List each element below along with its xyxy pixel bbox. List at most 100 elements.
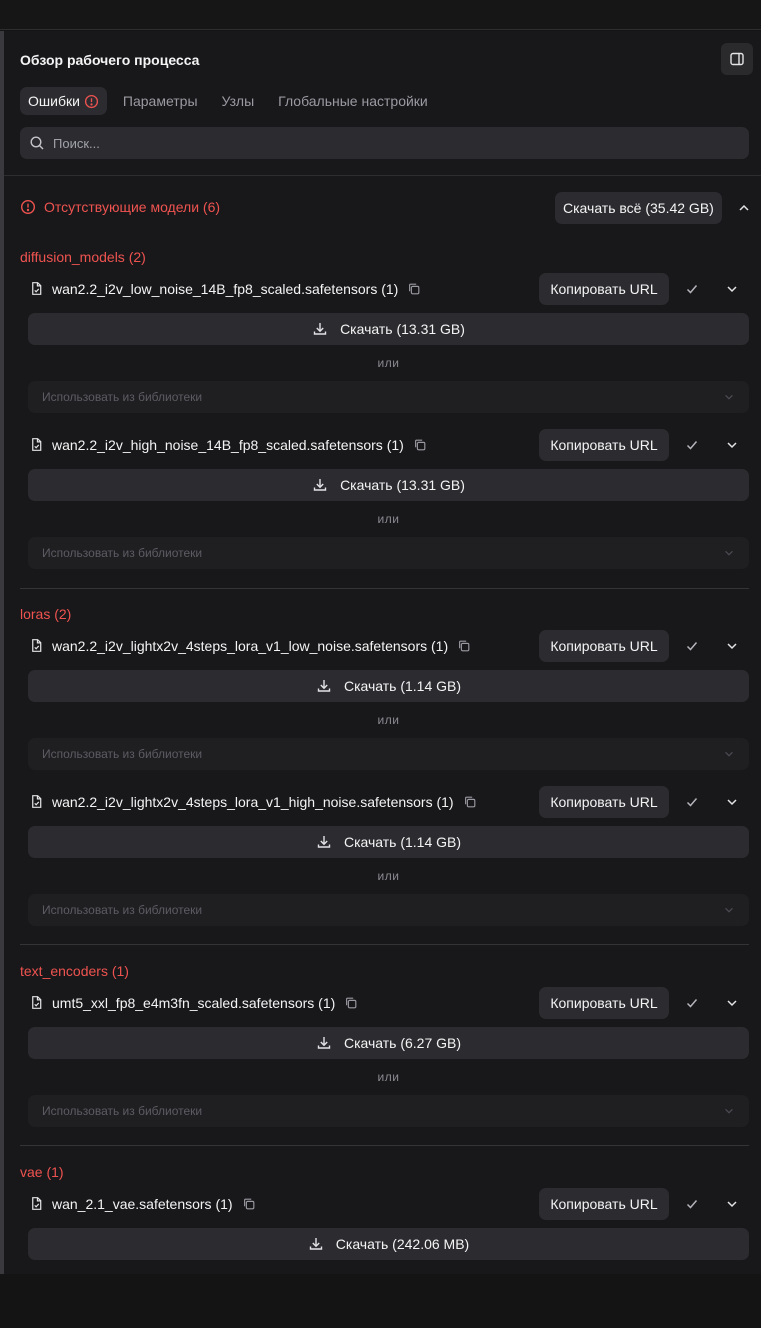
top-bar <box>0 0 761 30</box>
download-label: Скачать (6.27 GB) <box>343 1035 462 1051</box>
or-separator: или <box>377 869 400 883</box>
model-row: wan2.2_i2v_low_noise_14B_fp8_scaled.safe… <box>20 273 749 305</box>
chevron-down-icon <box>723 904 735 919</box>
copy-url-button[interactable]: Копировать URL <box>539 273 669 305</box>
copy-icon[interactable] <box>457 639 471 653</box>
download-icon <box>316 834 332 850</box>
missing-models-header: Отсутствующие модели (6) Скачать всё (35… <box>4 176 761 240</box>
model-filename: wan_2.1_vae.safetensors (1) <box>52 1196 233 1212</box>
model-item: wan2.2_i2v_lightx2v_4steps_lora_v1_high_… <box>20 786 749 926</box>
chevron-down-icon[interactable] <box>725 282 739 301</box>
group-title: text_encoders (1) <box>20 963 129 979</box>
chevron-down-icon[interactable] <box>725 438 739 457</box>
or-separator: или <box>377 1070 400 1084</box>
download-button[interactable]: Скачать (1.14 GB) <box>28 670 749 702</box>
chevron-down-icon <box>723 547 735 562</box>
copy-url-button[interactable]: Копировать URL <box>539 1188 669 1220</box>
tab-nodes[interactable]: Узлы <box>214 87 263 115</box>
missing-models-label: Отсутствующие модели (6) <box>44 199 221 215</box>
chevron-down-icon[interactable] <box>725 795 739 814</box>
model-group: diffusion_models (2) wan2.2_i2v_low_noise… <box>20 249 749 589</box>
library-select[interactable]: Использовать из библиотеки <box>28 1095 749 1127</box>
download-button[interactable]: Скачать (1.14 GB) <box>28 826 749 858</box>
copy-url-button[interactable]: Копировать URL <box>539 786 669 818</box>
model-row: wan2.2_i2v_lightx2v_4steps_lora_v1_low_n… <box>20 630 749 662</box>
download-label: Скачать (1.14 GB) <box>343 834 462 850</box>
library-select-placeholder: Использовать из библиотеки <box>42 747 203 761</box>
model-group: vae (1) wan_2.1_vae.safetensors (1) Копиро… <box>20 1164 749 1274</box>
download-all-button[interactable]: Скачать всё (35.42 GB) <box>555 192 722 224</box>
check-icon[interactable] <box>685 1197 699 1216</box>
library-select[interactable]: Использовать из библиотеки <box>28 537 749 569</box>
copy-icon[interactable] <box>344 996 358 1010</box>
search-box <box>20 127 749 159</box>
model-item: wan_2.1_vae.safetensors (1) Копировать UR… <box>20 1188 749 1328</box>
download-icon <box>316 1035 332 1051</box>
workflow-overview-panel: Обзор рабочего процесса Ошибки Параметры <box>4 31 761 1274</box>
error-alert-icon <box>84 94 99 109</box>
copy-url-button[interactable]: Копировать URL <box>539 987 669 1019</box>
copy-url-button[interactable]: Копировать URL <box>539 429 669 461</box>
download-icon <box>308 1236 324 1252</box>
copy-icon[interactable] <box>413 438 427 452</box>
model-item: wan2.2_i2v_high_noise_14B_fp8_scaled.saf… <box>20 429 749 569</box>
copy-icon[interactable] <box>463 795 477 809</box>
tab-errors[interactable]: Ошибки <box>20 87 107 115</box>
copy-url-button[interactable]: Копировать URL <box>539 630 669 662</box>
download-button[interactable]: Скачать (6.27 GB) <box>28 1027 749 1059</box>
model-filename: wan2.2_i2v_lightx2v_4steps_lora_v1_high_… <box>52 794 454 810</box>
model-name-wrap: wan2.2_i2v_low_noise_14B_fp8_scaled.safe… <box>52 281 421 297</box>
check-icon[interactable] <box>685 282 699 301</box>
model-item: wan2.2_i2v_low_noise_14B_fp8_scaled.safe… <box>20 273 749 413</box>
group-title: vae (1) <box>20 1164 64 1180</box>
download-icon <box>312 477 328 493</box>
check-icon[interactable] <box>685 438 699 457</box>
file-check-icon <box>29 794 44 814</box>
download-button[interactable]: Скачать (13.31 GB) <box>28 313 749 345</box>
model-name-wrap: wan2.2_i2v_lightx2v_4steps_lora_v1_low_n… <box>52 638 471 654</box>
model-group: loras (2) wan2.2_i2v_lightx2v_4steps_lora… <box>20 606 749 945</box>
model-filename: umt5_xxl_fp8_e4m3fn_scaled.safetensors (… <box>52 995 336 1011</box>
library-select[interactable]: Использовать из библиотеки <box>28 738 749 770</box>
copy-icon[interactable] <box>242 1197 256 1211</box>
library-select[interactable]: Использовать из библиотеки <box>28 894 749 926</box>
library-select[interactable]: Использовать из библиотеки <box>28 381 749 413</box>
chevron-down-icon[interactable] <box>725 639 739 658</box>
tab-errors-label: Ошибки <box>28 93 80 109</box>
model-name-wrap: wan2.2_i2v_lightx2v_4steps_lora_v1_high_… <box>52 794 477 810</box>
toggle-panel-button[interactable] <box>721 43 753 75</box>
model-filename: wan2.2_i2v_low_noise_14B_fp8_scaled.safe… <box>52 281 399 297</box>
check-icon[interactable] <box>685 795 699 814</box>
download-button[interactable]: Скачать (13.31 GB) <box>28 469 749 501</box>
sidebar-toggle-icon <box>730 52 744 66</box>
chevron-down-icon[interactable] <box>725 1197 739 1216</box>
download-icon <box>316 678 332 694</box>
check-icon[interactable] <box>685 996 699 1015</box>
library-select-placeholder: Использовать из библиотеки <box>42 903 203 917</box>
missing-models-title: Отсутствующие модели (6) <box>20 199 220 215</box>
tab-global-settings[interactable]: Глобальные настройки <box>270 87 436 115</box>
download-icon <box>312 321 328 337</box>
chevron-up-icon[interactable] <box>737 201 751 215</box>
library-select-placeholder: Использовать из библиотеки <box>42 546 203 560</box>
chevron-down-icon[interactable] <box>725 996 739 1015</box>
file-check-icon <box>29 638 44 658</box>
download-label: Скачать (1.14 GB) <box>343 678 462 694</box>
check-icon[interactable] <box>685 639 699 658</box>
search-input[interactable] <box>53 135 713 151</box>
tab-parameters[interactable]: Параметры <box>115 87 206 115</box>
download-button[interactable]: Скачать (242.06 MB) <box>28 1228 749 1260</box>
or-separator: или <box>377 356 400 370</box>
model-item: umt5_xxl_fp8_e4m3fn_scaled.safetensors (… <box>20 987 749 1127</box>
or-separator: или <box>377 512 400 526</box>
search-icon <box>30 136 44 150</box>
tab-bar: Ошибки Параметры Узлы Глобальные настрой… <box>20 87 444 115</box>
download-label: Скачать (242.06 MB) <box>335 1236 470 1252</box>
chevron-down-icon <box>723 1105 735 1120</box>
download-label: Скачать (13.31 GB) <box>340 321 465 337</box>
copy-icon[interactable] <box>407 282 421 296</box>
model-row: wan2.2_i2v_high_noise_14B_fp8_scaled.saf… <box>20 429 749 461</box>
file-check-icon <box>29 1196 44 1216</box>
download-label: Скачать (13.31 GB) <box>340 477 465 493</box>
file-check-icon <box>29 995 44 1015</box>
